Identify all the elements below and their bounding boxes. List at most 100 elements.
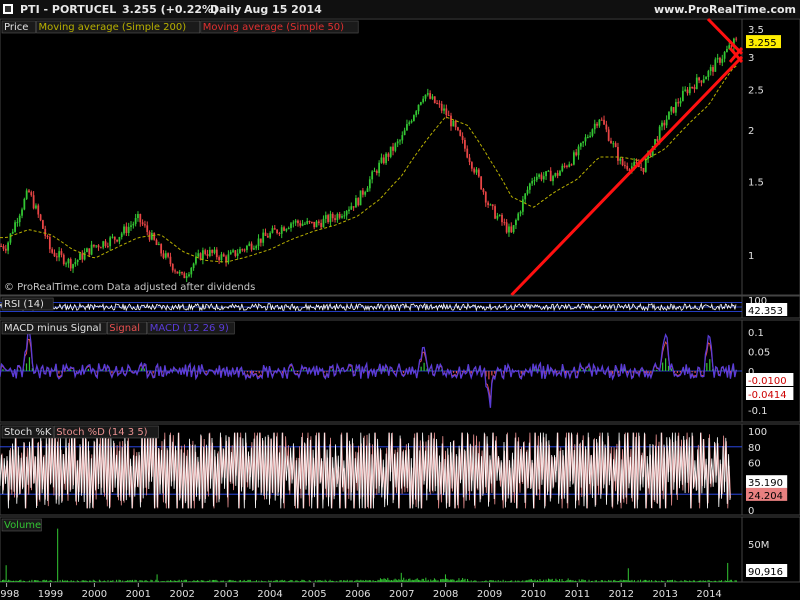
- volume-bar: [405, 579, 407, 582]
- volume-last-value: 90,916: [748, 567, 783, 578]
- stoch-ytick-label: 0: [748, 506, 754, 517]
- candle-body: [116, 239, 118, 242]
- volume-bar: [8, 579, 10, 582]
- volume-bar: [732, 581, 734, 582]
- volume-bar: [36, 580, 38, 582]
- volume-bar: [127, 580, 129, 582]
- volume-bar: [322, 580, 324, 582]
- volume-bar: [579, 581, 581, 582]
- candle-body: [686, 89, 689, 94]
- volume-bar: [42, 579, 44, 582]
- volume-bar: [475, 580, 477, 582]
- macd-hist-bar: [385, 368, 387, 371]
- candle-body: [387, 153, 390, 157]
- volume-bar: [102, 581, 104, 582]
- volume-bar: [528, 579, 530, 582]
- x-tick-label: 2009: [477, 589, 502, 600]
- volume-bar: [734, 580, 736, 582]
- volume-bar: [52, 581, 54, 582]
- candle-body: [721, 58, 724, 63]
- volume-bar: [662, 580, 664, 582]
- volume-bar: [375, 580, 377, 582]
- candle-body: [232, 250, 234, 252]
- volume-bar: [474, 580, 476, 582]
- candle-body: [598, 119, 601, 126]
- candle-body: [712, 67, 714, 72]
- candle-body: [505, 222, 508, 233]
- volume-bar: [216, 580, 218, 582]
- volume-bar: [171, 580, 173, 582]
- volume-bar: [669, 580, 671, 582]
- volume-bar: [534, 579, 536, 582]
- candle-body: [257, 238, 260, 247]
- volume-bar: [209, 579, 211, 582]
- volume-bar: [162, 581, 164, 582]
- volume-bar: [303, 580, 305, 582]
- candle-body: [350, 206, 353, 210]
- volume-bar: [417, 579, 419, 582]
- volume-bar: [718, 580, 720, 582]
- macd-hist-bar: [588, 368, 590, 371]
- candle-body: [498, 214, 501, 216]
- macd-hist-bar: [650, 371, 652, 374]
- volume-bar: [201, 580, 203, 582]
- volume-bar: [233, 581, 235, 582]
- candle-body: [195, 256, 197, 264]
- chart-stage: PTI - PORTUCEL 3.255 (+0.22%) Daily Aug …: [0, 0, 800, 600]
- volume-bar: [68, 581, 70, 582]
- volume-bar: [189, 581, 191, 582]
- volume-bar: [367, 580, 369, 582]
- candle-body: [735, 38, 738, 40]
- site-label[interactable]: www.ProRealTime.com: [654, 3, 796, 16]
- x-tick-label: 2000: [82, 589, 107, 600]
- candle-body: [51, 249, 54, 253]
- candle-body: [552, 176, 554, 182]
- macd-hist-bar: [455, 371, 458, 374]
- candle-body: [88, 248, 91, 255]
- x-axis: 1998 1999 2000 2001 2002 2003 2004 2005 2006 2007…: [0, 583, 800, 600]
- candle-body: [262, 232, 265, 243]
- candle-body: [438, 103, 441, 105]
- volume-bar: [48, 580, 50, 582]
- volume-bar: [170, 580, 172, 582]
- volume-bar: [251, 581, 253, 582]
- candle-body: [90, 244, 93, 255]
- candle-body: [412, 115, 415, 121]
- volume-bar: [394, 578, 396, 582]
- volume-bar: [140, 580, 142, 582]
- candle-body: [95, 245, 98, 247]
- candle-body: [385, 153, 387, 164]
- candle-body: [526, 189, 529, 194]
- candle-body: [348, 209, 350, 212]
- candle-body: [693, 87, 696, 90]
- volume-frame: [0, 516, 800, 583]
- candle-body: [445, 108, 448, 116]
- volume-bar: [563, 581, 565, 582]
- volume-bar: [263, 581, 265, 582]
- candle-body: [130, 225, 132, 227]
- volume-bar: [166, 580, 168, 582]
- candle-body: [111, 236, 114, 238]
- candle-body: [197, 253, 200, 257]
- volume-bar: [567, 578, 569, 582]
- candle-body: [162, 253, 165, 258]
- candle-body: [153, 232, 156, 240]
- volume-bar: [713, 580, 715, 582]
- candle-body: [227, 254, 230, 263]
- volume-bar: [625, 580, 627, 582]
- volume-bar: [692, 580, 694, 582]
- volume-bar: [116, 579, 118, 582]
- stoch-legend-0: Stoch %K: [4, 427, 52, 438]
- volume-bar: [490, 579, 492, 582]
- candle-body: [484, 192, 487, 203]
- candle-body: [612, 143, 615, 145]
- candle-body: [60, 251, 63, 255]
- volume-bar: [703, 581, 705, 582]
- macd-hist-bar: [102, 370, 104, 371]
- candle-body: [450, 115, 452, 127]
- candle-body: [572, 152, 575, 165]
- volume-bar: [317, 580, 319, 582]
- volume-bar: [44, 580, 46, 582]
- stoch-ytick-label: 60: [748, 459, 761, 470]
- macd-ytick-label: -0.1: [748, 406, 768, 417]
